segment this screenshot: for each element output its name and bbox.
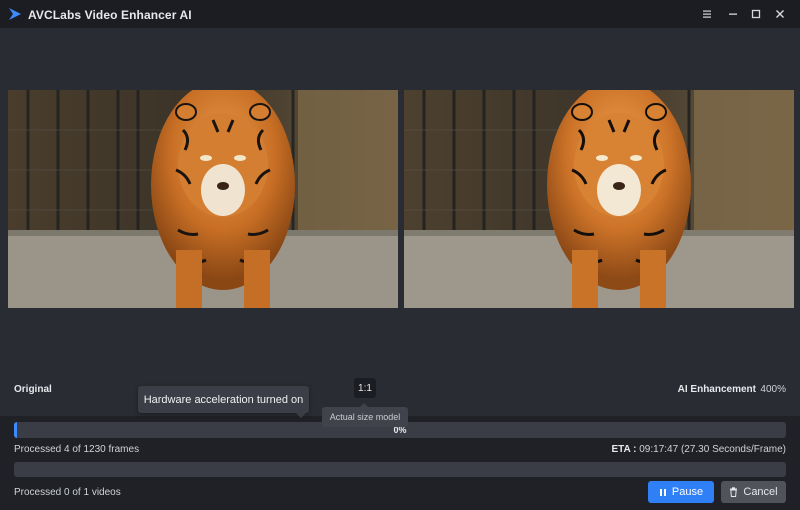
menu-icon (703, 10, 711, 18)
app-title: AVCLabs Video Enhancer AI (28, 8, 192, 22)
close-icon (776, 10, 784, 18)
videos-progress-bar (14, 462, 786, 477)
cancel-label: Cancel (743, 486, 778, 498)
title-bar: AVCLabs Video Enhancer AI (0, 0, 800, 28)
app-logo-icon (9, 8, 21, 20)
minimize-button[interactable] (722, 4, 744, 24)
maximize-button[interactable] (745, 4, 767, 24)
ratio-1-1-button[interactable]: 1:1 (354, 378, 376, 398)
trash-icon (729, 487, 738, 497)
tiger-image-original (8, 90, 398, 308)
scale-label: 400% (760, 384, 786, 395)
eta-status: ETA : 09:17:47 (27.30 Seconds/Frame) (611, 444, 786, 455)
videos-status: Processed 0 of 1 videos (14, 487, 121, 498)
pause-button[interactable]: Pause (648, 481, 714, 503)
eta-label: ETA : (611, 444, 637, 455)
eta-value: 09:17:47 (27.30 Seconds/Frame) (639, 444, 786, 455)
tiger-image-enhanced (404, 90, 794, 308)
enhanced-preview[interactable] (404, 90, 794, 308)
original-label: Original (14, 384, 52, 395)
ai-enhancement-label: AI Enhancement (677, 384, 756, 395)
cancel-button[interactable]: Cancel (721, 481, 786, 503)
maximize-icon (751, 9, 761, 19)
pause-label: Pause (671, 486, 704, 498)
frames-status: Processed 4 of 1230 frames (14, 444, 140, 455)
pause-icon (659, 488, 667, 497)
close-button[interactable] (769, 4, 791, 24)
original-preview[interactable] (8, 90, 398, 308)
actual-size-tooltip: Actual size model (322, 403, 408, 427)
menu-button[interactable] (696, 4, 718, 24)
hardware-acceleration-tooltip: Hardware acceleration turned on (138, 386, 309, 418)
minimize-icon (729, 13, 737, 15)
preview-area (0, 28, 800, 416)
